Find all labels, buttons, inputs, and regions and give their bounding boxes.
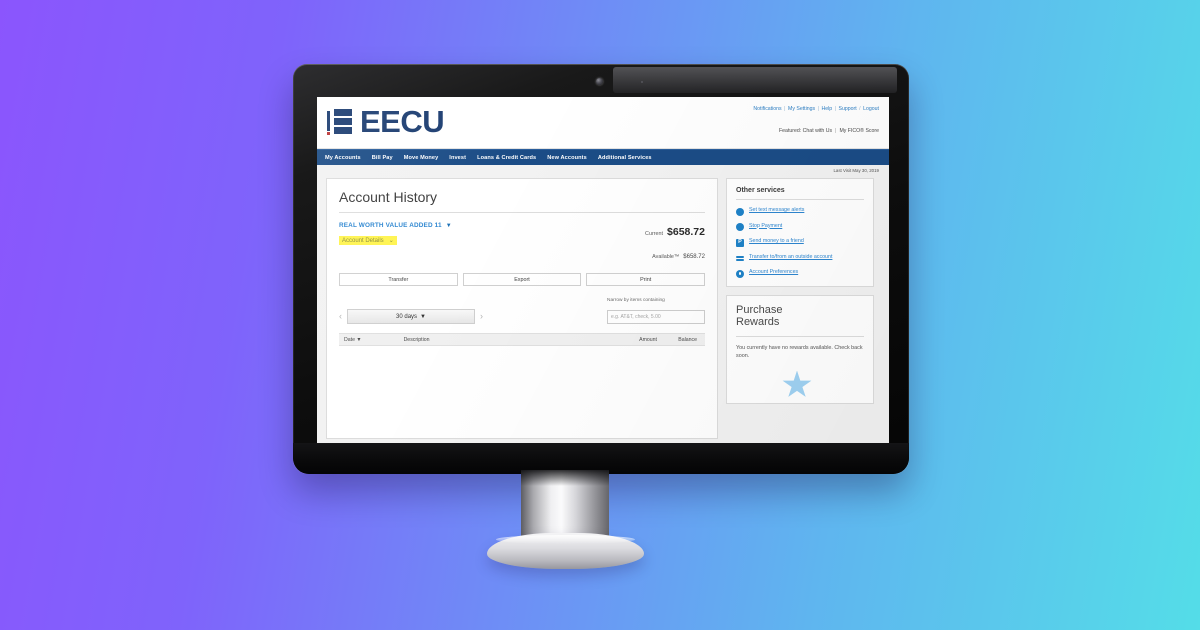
- narrow-search-label: Narrow by items containing: [607, 298, 665, 303]
- monitor-stand-base: [487, 533, 644, 569]
- balance-block: Current $658.72 Available™ $658.72: [645, 222, 705, 263]
- featured-links: Featured: Chat with Us | My FICO® Score: [779, 128, 879, 134]
- webcam-indicator-icon: [641, 81, 643, 83]
- gear-icon: [736, 269, 744, 278]
- monitor-screen: EECU Notifications | My Settings | Help | Supp…: [317, 97, 889, 444]
- brand-name: EECU: [360, 104, 445, 139]
- chevron-down-icon: ▼: [445, 223, 452, 229]
- sidebar-item-stop-payment[interactable]: Stop Payment: [736, 222, 864, 231]
- sidebar-item-outside-transfer[interactable]: Transfer to/from an outside account: [736, 254, 864, 263]
- last-visit-bar: Last Visit May 30, 2019: [317, 165, 889, 178]
- stop-hand-icon: [736, 223, 744, 231]
- current-balance-row: Current $658.72: [645, 222, 705, 240]
- nav-item-loans-credit-cards[interactable]: Loans & Credit Cards: [477, 155, 536, 161]
- date-range-selector: ‹ 30 days ▼ ›: [339, 309, 483, 324]
- nav-item-invest[interactable]: Invest: [449, 155, 466, 161]
- available-balance-label: Available™: [652, 254, 680, 260]
- account-summary-row: REAL WORTH VALUE ADDED 11 ▼ Account Detai…: [339, 222, 705, 263]
- featured-link-fico[interactable]: My FICO® Score: [839, 128, 879, 134]
- sort-caret-icon: ▼: [356, 336, 362, 343]
- transfer-button[interactable]: Transfer: [339, 273, 458, 286]
- transactions-table-body: [339, 346, 705, 438]
- star-icon: [782, 370, 812, 397]
- date-range-dropdown[interactable]: 30 days ▼: [347, 309, 475, 324]
- transfer-arrows-icon: [736, 254, 744, 262]
- rewards-title-line1: Purchase: [736, 303, 783, 316]
- chevron-down-icon: ▼: [420, 313, 426, 320]
- bezel-sheen: [613, 67, 897, 93]
- nav-item-move-money[interactable]: Move Money: [404, 155, 439, 161]
- account-history-panel: Account History REAL WORTH VALUE ADDED 1…: [326, 178, 718, 439]
- sidebar-item-label: Account Preferences: [749, 269, 799, 275]
- utility-link-notifications[interactable]: Notifications: [753, 106, 781, 112]
- available-balance-row: Available™ $658.72: [645, 245, 705, 263]
- narrow-search-input[interactable]: [607, 310, 705, 324]
- page-content: Account History REAL WORTH VALUE ADDED 1…: [317, 178, 889, 439]
- other-services-title: Other services: [736, 187, 864, 200]
- sidebar-item-send-money[interactable]: P Send money to a friend: [736, 238, 864, 247]
- utility-link-help[interactable]: Help: [821, 106, 832, 112]
- print-button[interactable]: Print: [586, 273, 706, 286]
- column-header-date[interactable]: Date ▼: [344, 337, 362, 343]
- transactions-table-header: Date ▼ Description Amount Balance: [339, 333, 705, 346]
- date-range-value: 30 days: [396, 313, 418, 320]
- available-balance-value: $658.72: [683, 254, 705, 260]
- webcam-icon: [596, 78, 603, 85]
- utility-link-logout[interactable]: Logout: [863, 106, 879, 112]
- other-services-panel: Other services Set text message alerts S…: [726, 178, 874, 287]
- nav-item-bill-pay[interactable]: Bill Pay: [372, 155, 393, 161]
- chevron-down-icon: ⌄: [388, 238, 394, 244]
- utility-link-support[interactable]: Support: [839, 106, 857, 112]
- rewards-title-line2: Rewards: [736, 316, 780, 329]
- chat-bubble-icon: [736, 207, 744, 216]
- export-button[interactable]: Export: [462, 273, 582, 286]
- account-name-label: REAL WORTH VALUE ADDED 11: [339, 222, 442, 229]
- sidebar-item-label: Stop Payment: [749, 222, 783, 229]
- divider: [736, 335, 864, 337]
- account-details-label: Account Details: [342, 238, 384, 244]
- purchase-rewards-panel: Purchase Rewards You currently have no r…: [726, 294, 874, 404]
- nav-item-my-accounts[interactable]: My Accounts: [325, 155, 361, 161]
- column-header-amount[interactable]: Amount: [639, 337, 657, 343]
- current-balance-value: $658.72: [667, 226, 705, 238]
- last-visit-text: Last Visit May 30, 2019: [833, 168, 879, 173]
- monitor-stand-neck: [521, 470, 609, 542]
- prev-period-icon[interactable]: ‹: [339, 312, 342, 321]
- utility-link-my-settings[interactable]: My Settings: [788, 106, 815, 112]
- eecu-logo-icon: [326, 107, 353, 136]
- eecu-online-banking-page: EECU Notifications | My Settings | Help | Supp…: [317, 97, 889, 444]
- account-name-dropdown[interactable]: REAL WORTH VALUE ADDED 11 ▼: [339, 222, 452, 229]
- purchase-rewards-title: Purchase Rewards: [736, 304, 864, 329]
- history-filters: ‹ 30 days ▼ › Narrow by items containing: [339, 298, 705, 324]
- column-header-balance[interactable]: Balance: [678, 337, 697, 343]
- sidebar-item-label: Send money to a friend: [749, 238, 804, 244]
- poster-canvas: EECU Notifications | My Settings | Help | Supp…: [0, 0, 1200, 630]
- popmoney-p-icon: P: [736, 238, 744, 247]
- account-actions: Transfer Export Print: [339, 273, 706, 286]
- current-balance-label: Current: [645, 231, 664, 237]
- sidebar-item-label: Set text message alerts: [749, 207, 805, 213]
- brand-logo[interactable]: EECU: [326, 104, 445, 139]
- sidebar-item-label: Transfer to/from an outside account: [749, 253, 833, 260]
- site-header: EECU Notifications | My Settings | Help | Supp…: [317, 97, 889, 149]
- featured-link-chat[interactable]: Chat with Us: [803, 128, 832, 134]
- nav-item-new-accounts[interactable]: New Accounts: [547, 155, 587, 161]
- featured-label: Featured:: [779, 128, 802, 134]
- account-details-toggle[interactable]: Account Details ⌄: [339, 236, 397, 245]
- account-selector: REAL WORTH VALUE ADDED 11 ▼ Account Detai…: [339, 222, 452, 263]
- sidebar: Other services Set text message alerts S…: [726, 178, 874, 439]
- sidebar-item-account-preferences[interactable]: Account Preferences: [736, 269, 864, 278]
- primary-nav: My Accounts Bill Pay Move Money Invest L…: [317, 149, 889, 165]
- purchase-rewards-message: You currently have no rewards available.…: [736, 344, 863, 360]
- utility-links: Notifications | My Settings | Help | Support / L…: [753, 106, 879, 112]
- sidebar-item-text-alerts[interactable]: Set text message alerts: [736, 207, 864, 216]
- page-title: Account History: [339, 189, 705, 213]
- nav-item-additional-services[interactable]: Additional Services: [598, 155, 652, 161]
- rewards-graphic: [736, 361, 864, 397]
- narrow-search: Narrow by items containing: [607, 298, 705, 324]
- desktop-monitor: EECU Notifications | My Settings | Help | Supp…: [293, 64, 909, 474]
- column-header-description[interactable]: Description: [404, 337, 430, 343]
- next-period-icon[interactable]: ›: [480, 312, 483, 321]
